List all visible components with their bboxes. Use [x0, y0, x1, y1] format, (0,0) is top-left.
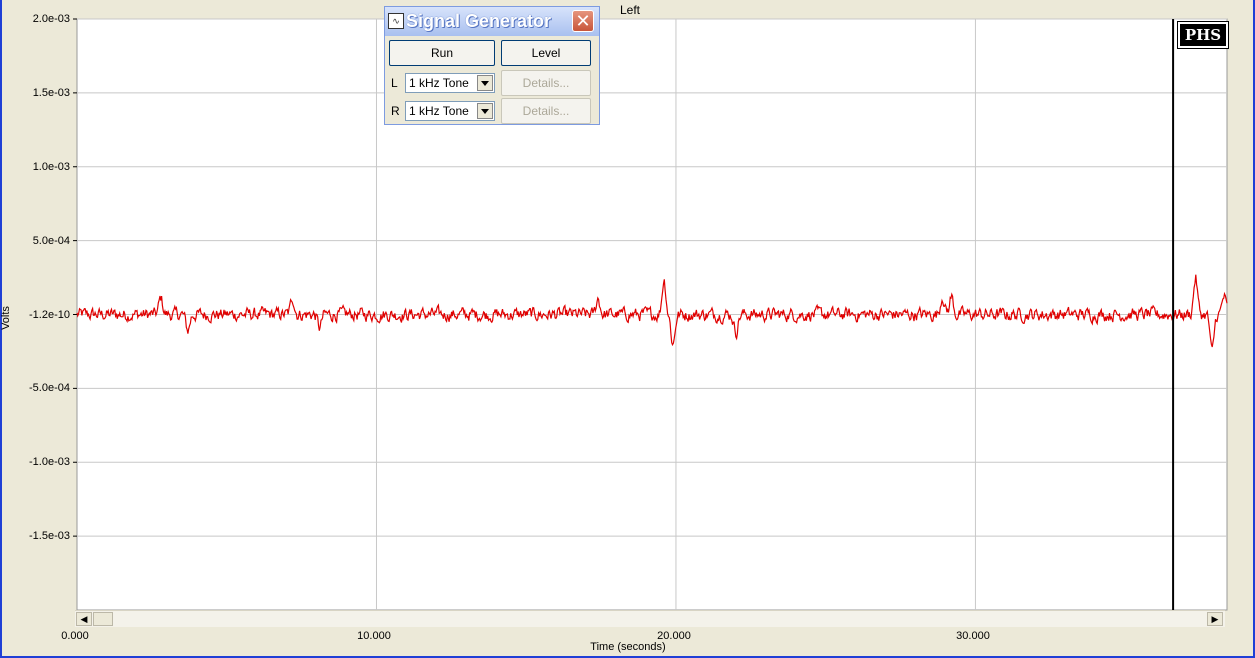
y-tick-label: -1.5e-03 — [29, 530, 70, 542]
y-tick-label: -1.0e-03 — [29, 456, 70, 468]
y-tick-label: 5.0e-04 — [32, 235, 70, 247]
right-tone-select[interactable]: 1 kHz Tone — [405, 101, 495, 121]
y-tick-label: 1.0e-03 — [32, 161, 70, 173]
left-channel-label: L — [391, 76, 398, 90]
phs-badge: PHS — [1178, 22, 1228, 48]
horizontal-scrollbar[interactable]: ◀ ▶ — [75, 610, 1225, 627]
waveform-icon: ∿ — [388, 13, 404, 29]
x-tick-label: 10.000 — [357, 630, 391, 642]
app-window — [0, 0, 1255, 658]
left-tone-select[interactable]: 1 kHz Tone — [405, 73, 495, 93]
scroll-thumb[interactable] — [93, 612, 113, 626]
chevron-down-icon[interactable] — [477, 75, 493, 91]
y-tick-label: 1.5e-03 — [32, 87, 70, 99]
x-tick-label: 0.000 — [61, 630, 89, 642]
right-channel-label: R — [391, 104, 400, 118]
y-tick-label: -1.2e-10 — [29, 309, 70, 321]
run-button[interactable]: Run — [389, 40, 495, 66]
x-axis-label: Time (seconds) — [590, 641, 666, 653]
y-axis-label: Volts — [0, 306, 12, 330]
dialog-title: Signal Generator — [406, 11, 552, 31]
signal-generator-dialog: ∿ Signal Generator ✕ Run Level L 1 kHz T… — [384, 6, 600, 125]
scroll-right-button[interactable]: ▶ — [1207, 612, 1223, 626]
level-button[interactable]: Level — [501, 40, 591, 66]
left-details-button: Details... — [501, 70, 591, 96]
y-tick-label: 2.0e-03 — [32, 13, 70, 25]
left-tone-value: 1 kHz Tone — [409, 76, 469, 90]
dialog-titlebar[interactable]: ∿ Signal Generator ✕ — [385, 7, 599, 36]
x-tick-label: 30.000 — [956, 630, 990, 642]
scroll-left-button[interactable]: ◀ — [76, 612, 92, 626]
close-button[interactable]: ✕ — [572, 10, 594, 32]
right-details-button: Details... — [501, 98, 591, 124]
right-tone-value: 1 kHz Tone — [409, 104, 469, 118]
chevron-down-icon[interactable] — [477, 103, 493, 119]
plot-area — [73, 18, 1228, 614]
y-tick-label: -5.0e-04 — [29, 382, 70, 394]
